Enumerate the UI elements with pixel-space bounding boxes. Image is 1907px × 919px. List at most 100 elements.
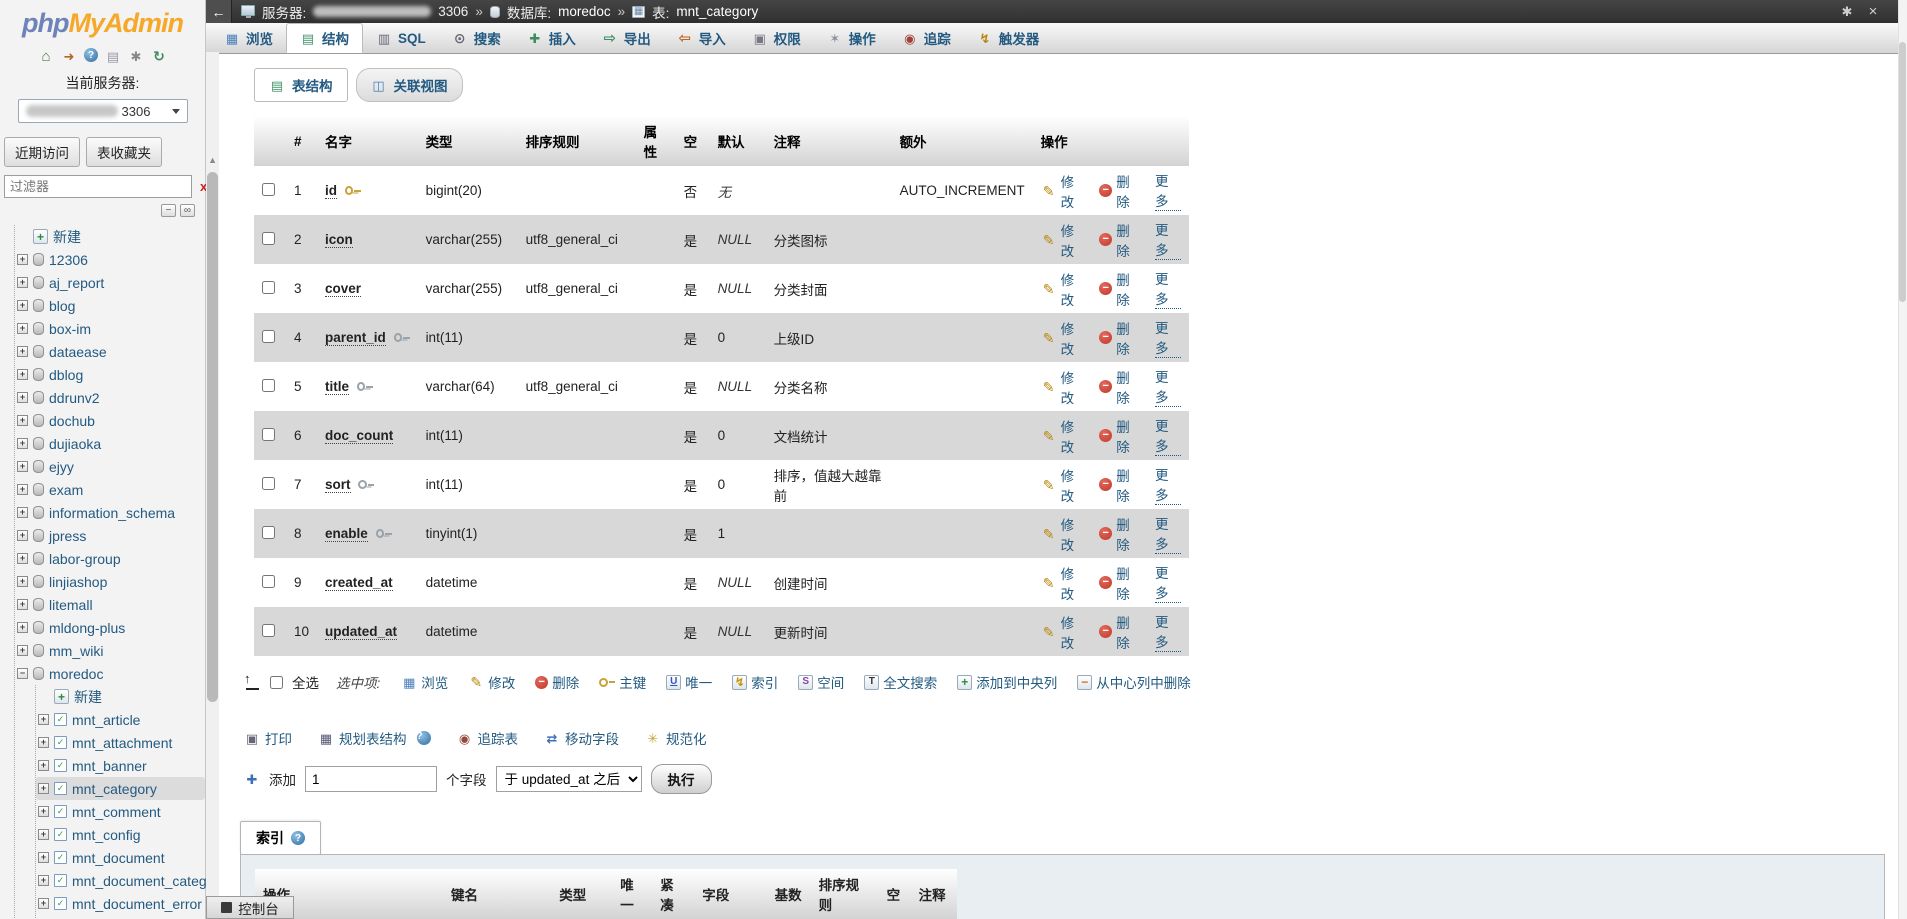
header-name[interactable]: 名字 <box>317 116 418 166</box>
tree-item-database[interactable]: information_schema <box>15 501 205 524</box>
expand-icon[interactable] <box>38 806 49 817</box>
collapse-all-icon[interactable]: − <box>161 204 176 217</box>
tree-item-table[interactable]: mnt_category <box>36 777 205 800</box>
tree-item-database[interactable]: labor-group <box>15 547 205 570</box>
tree-item-new-table[interactable]: 新建 <box>36 685 205 708</box>
change-column-link[interactable]: 修改 <box>1041 514 1086 554</box>
drop-column-link[interactable]: 删除 <box>1099 269 1141 309</box>
add-field-count-input[interactable] <box>305 766 437 792</box>
row-checkbox[interactable] <box>262 476 275 490</box>
change-column-link[interactable]: 修改 <box>1041 563 1086 603</box>
drop-column-link[interactable]: 删除 <box>1099 367 1141 407</box>
tree-item-table[interactable]: mnt_document_category <box>36 869 226 892</box>
row-checkbox[interactable] <box>262 280 275 294</box>
expand-icon[interactable] <box>17 300 28 311</box>
tree-item-new-database[interactable]: 新建 <box>15 225 205 248</box>
nav-tab[interactable]: 浏览 <box>211 23 286 53</box>
with-selected-action[interactable]: 唯一 <box>666 672 712 692</box>
exit-icon[interactable] <box>61 48 77 64</box>
nav-tab[interactable]: 导入 <box>664 23 739 53</box>
row-checkbox[interactable] <box>262 427 275 441</box>
change-column-link[interactable]: 修改 <box>1041 269 1086 309</box>
more-actions-link[interactable]: 更多 <box>1154 317 1181 358</box>
structure-tool-link[interactable]: 追踪表 <box>457 728 519 748</box>
drop-column-link[interactable]: 删除 <box>1099 612 1141 652</box>
close-icon[interactable] <box>1865 4 1881 20</box>
help-icon[interactable] <box>291 831 305 845</box>
sidebar-panel-tab[interactable]: 表收藏夹 <box>86 137 162 167</box>
nav-tab[interactable]: 追踪 <box>889 23 964 53</box>
header-default[interactable]: 默认 <box>709 116 766 166</box>
with-selected-action[interactable]: 全文搜索 <box>864 672 937 692</box>
tree-item-table[interactable]: mnt_document <box>36 846 205 869</box>
expand-icon[interactable] <box>17 254 28 265</box>
expand-icon[interactable] <box>17 530 28 541</box>
structure-subtab[interactable]: 表结构 <box>254 68 348 102</box>
expand-icon[interactable] <box>38 737 49 748</box>
home-icon[interactable] <box>38 48 54 64</box>
sidebar-scrollbar-thumb[interactable] <box>207 172 218 702</box>
structure-tool-link[interactable]: 移动字段 <box>544 728 619 748</box>
nav-tab[interactable]: 操作 <box>814 23 889 53</box>
change-column-link[interactable]: 修改 <box>1041 171 1086 211</box>
row-checkbox[interactable] <box>262 231 275 245</box>
check-all-label[interactable]: 全选 <box>292 672 319 692</box>
sidebar-panel-tab[interactable]: 近期访问 <box>4 137 80 167</box>
tree-item-database[interactable]: dblog <box>15 363 205 386</box>
more-actions-link[interactable]: 更多 <box>1154 170 1181 211</box>
header-attributes[interactable]: 属性 <box>635 116 676 166</box>
nav-tab[interactable]: 搜索 <box>439 23 514 53</box>
expand-icon[interactable] <box>17 323 28 334</box>
header-extra[interactable]: 额外 <box>891 116 1033 166</box>
tree-item-database[interactable]: 12306 <box>15 248 205 271</box>
with-selected-action[interactable]: 空间 <box>798 672 844 692</box>
with-selected-action[interactable]: 索引 <box>732 672 778 692</box>
drop-column-link[interactable]: 删除 <box>1099 514 1141 554</box>
tree-item-table[interactable]: mnt_attachment <box>36 731 205 754</box>
sidebar-collapse-button[interactable]: ← <box>206 0 232 23</box>
server-select[interactable]: 3306 <box>17 99 188 123</box>
expand-icon[interactable] <box>38 898 49 909</box>
tree-item-table[interactable]: mnt_document_error <box>36 892 205 915</box>
with-selected-action[interactable]: 浏览 <box>401 672 448 692</box>
change-column-link[interactable]: 修改 <box>1041 612 1086 652</box>
more-actions-link[interactable]: 更多 <box>1154 366 1181 407</box>
with-selected-action[interactable]: 修改 <box>468 672 515 692</box>
expand-icon[interactable] <box>38 783 49 794</box>
nav-tab[interactable]: 权限 <box>739 23 814 53</box>
scroll-up-icon[interactable]: ▲ <box>208 155 217 165</box>
with-selected-action[interactable]: 主键 <box>599 672 646 692</box>
row-checkbox[interactable] <box>262 574 275 588</box>
gear-icon[interactable] <box>1839 4 1855 20</box>
tree-item-database[interactable]: blog <box>15 294 205 317</box>
header-collation[interactable]: 排序规则 <box>517 116 636 166</box>
page-scrollbar-thumb[interactable] <box>1899 42 1906 302</box>
with-selected-action[interactable]: 删除 <box>535 672 579 692</box>
nav-tab[interactable]: 结构 <box>286 23 363 53</box>
more-actions-link[interactable]: 更多 <box>1154 219 1181 260</box>
tree-item-database[interactable]: jpress <box>15 524 205 547</box>
tree-item-table[interactable]: mnt_comment <box>36 800 205 823</box>
tree-item-table[interactable]: mnt_document_relate <box>36 915 207 919</box>
check-all-checkbox[interactable] <box>270 675 283 689</box>
row-checkbox[interactable] <box>262 525 275 539</box>
docs-icon[interactable] <box>105 48 121 64</box>
tree-item-database[interactable]: dataease <box>15 340 205 363</box>
expand-icon[interactable] <box>38 829 49 840</box>
expand-icon[interactable] <box>38 714 49 725</box>
structure-subtab[interactable]: 关联视图 <box>355 68 463 102</box>
header-type[interactable]: 类型 <box>417 116 518 166</box>
add-field-position-select[interactable]: 于 updated_at 之后 <box>495 766 642 792</box>
collapse-icon[interactable] <box>17 668 28 679</box>
expand-icon[interactable] <box>17 392 28 403</box>
nav-tab[interactable]: SQL <box>363 23 439 53</box>
tree-item-database[interactable]: litemall <box>15 593 205 616</box>
drop-column-link[interactable]: 删除 <box>1099 416 1141 456</box>
row-checkbox[interactable] <box>262 329 275 343</box>
tree-item-database-expanded[interactable]: moredoc <box>15 662 205 685</box>
breadcrumb-table-link[interactable]: mnt_category <box>676 4 758 19</box>
more-actions-link[interactable]: 更多 <box>1154 268 1181 309</box>
tree-item-database[interactable]: box-im <box>15 317 205 340</box>
refresh-icon[interactable] <box>151 48 167 64</box>
change-column-link[interactable]: 修改 <box>1041 367 1086 407</box>
